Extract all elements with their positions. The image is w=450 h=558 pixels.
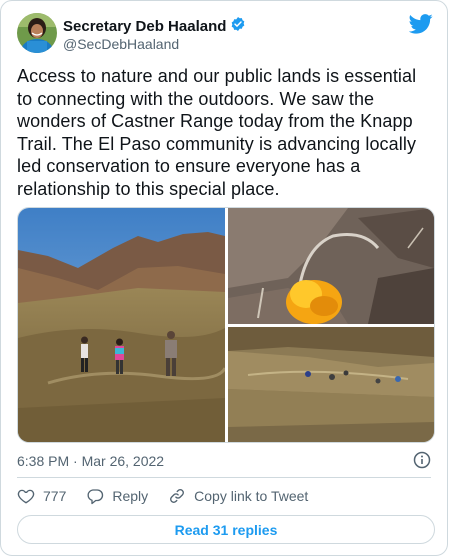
copy-link-button[interactable]: Copy link to Tweet xyxy=(168,487,308,505)
mountain-trail-hikers-photo[interactable] xyxy=(18,208,225,442)
link-icon xyxy=(168,487,186,505)
reply-label: Reply xyxy=(112,488,149,504)
action-bar: 777 Reply Copy link to Tweet xyxy=(17,487,328,505)
reply-icon xyxy=(86,487,104,505)
media-grid xyxy=(17,207,435,443)
divider xyxy=(17,477,431,478)
author-name[interactable]: Secretary Deb Haaland xyxy=(63,18,226,35)
yellow-poppy-photo[interactable] xyxy=(228,208,434,324)
hillside-hikers-photo[interactable] xyxy=(228,327,434,442)
tweet-timestamp[interactable]: 6:38 PM · Mar 26, 2022 xyxy=(17,453,164,469)
avatar-photo xyxy=(17,13,57,53)
tweet-card: Secretary Deb Haaland @SecDebHaaland Acc… xyxy=(0,0,448,556)
like-button[interactable]: 777 xyxy=(17,487,66,505)
heart-icon xyxy=(17,487,35,505)
avatar[interactable] xyxy=(17,13,57,53)
like-count: 777 xyxy=(43,488,67,504)
read-replies-button[interactable]: Read 31 replies xyxy=(17,515,435,544)
author-row[interactable]: Secretary Deb Haaland xyxy=(63,16,246,36)
tweet-text: Access to nature and our public lands is… xyxy=(17,66,417,199)
copy-link-label: Copy link to Tweet xyxy=(194,488,309,504)
info-icon[interactable] xyxy=(413,451,431,474)
author-handle[interactable]: @SecDebHaaland xyxy=(63,36,179,52)
reply-button[interactable]: Reply xyxy=(86,487,148,505)
verified-badge-icon xyxy=(230,16,246,36)
twitter-bird-icon[interactable] xyxy=(408,14,433,39)
